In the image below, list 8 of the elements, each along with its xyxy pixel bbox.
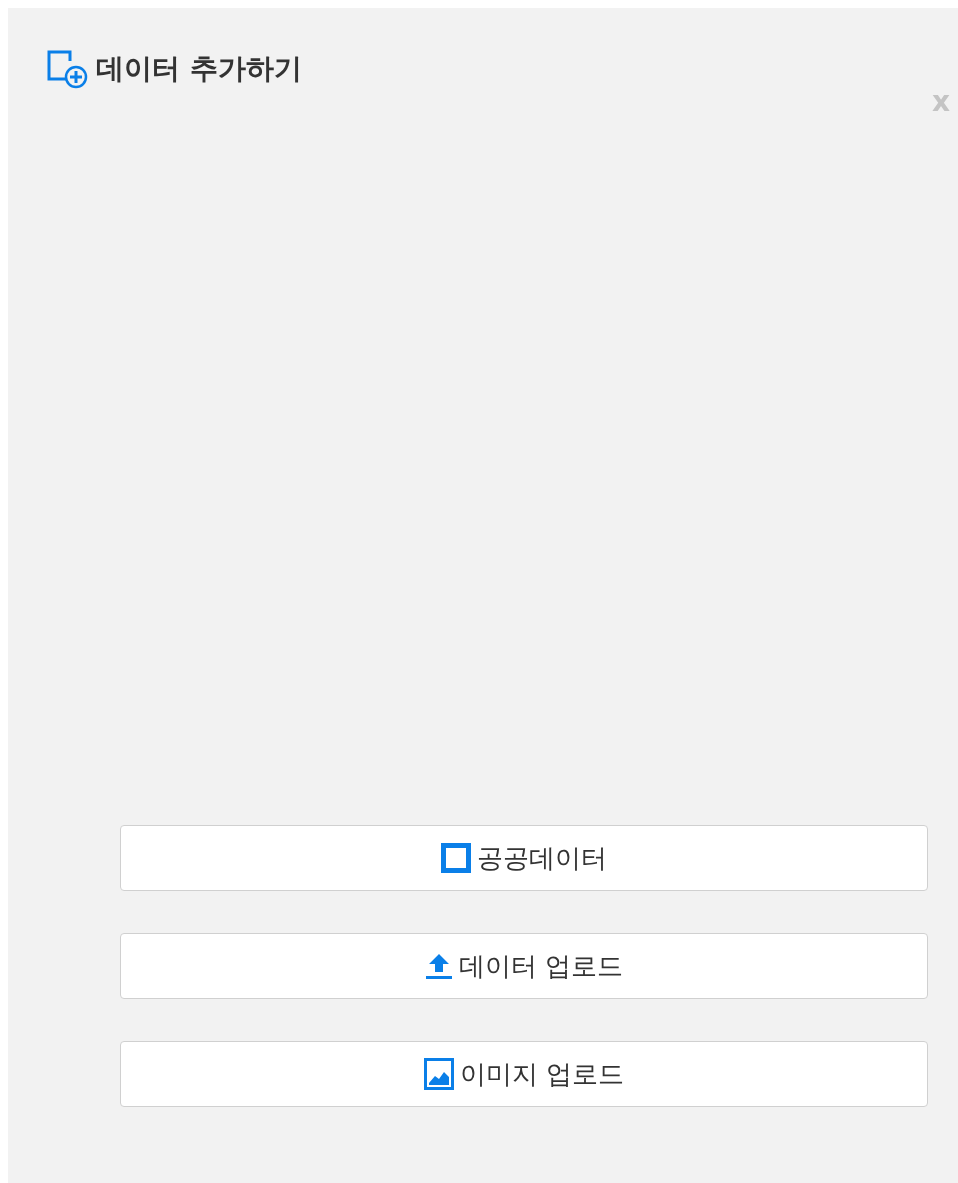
dialog-title: 데이터 추가하기 — [96, 51, 302, 87]
square-icon — [441, 843, 471, 873]
add-document-icon — [46, 49, 90, 89]
option-button[interactable]: 공공데이터 — [120, 825, 928, 891]
image-icon — [423, 1058, 454, 1090]
upload-icon — [424, 951, 453, 981]
option-button[interactable]: 이미지 업로드 — [120, 1041, 928, 1107]
option-button[interactable]: 데이터 업로드 — [120, 933, 928, 999]
